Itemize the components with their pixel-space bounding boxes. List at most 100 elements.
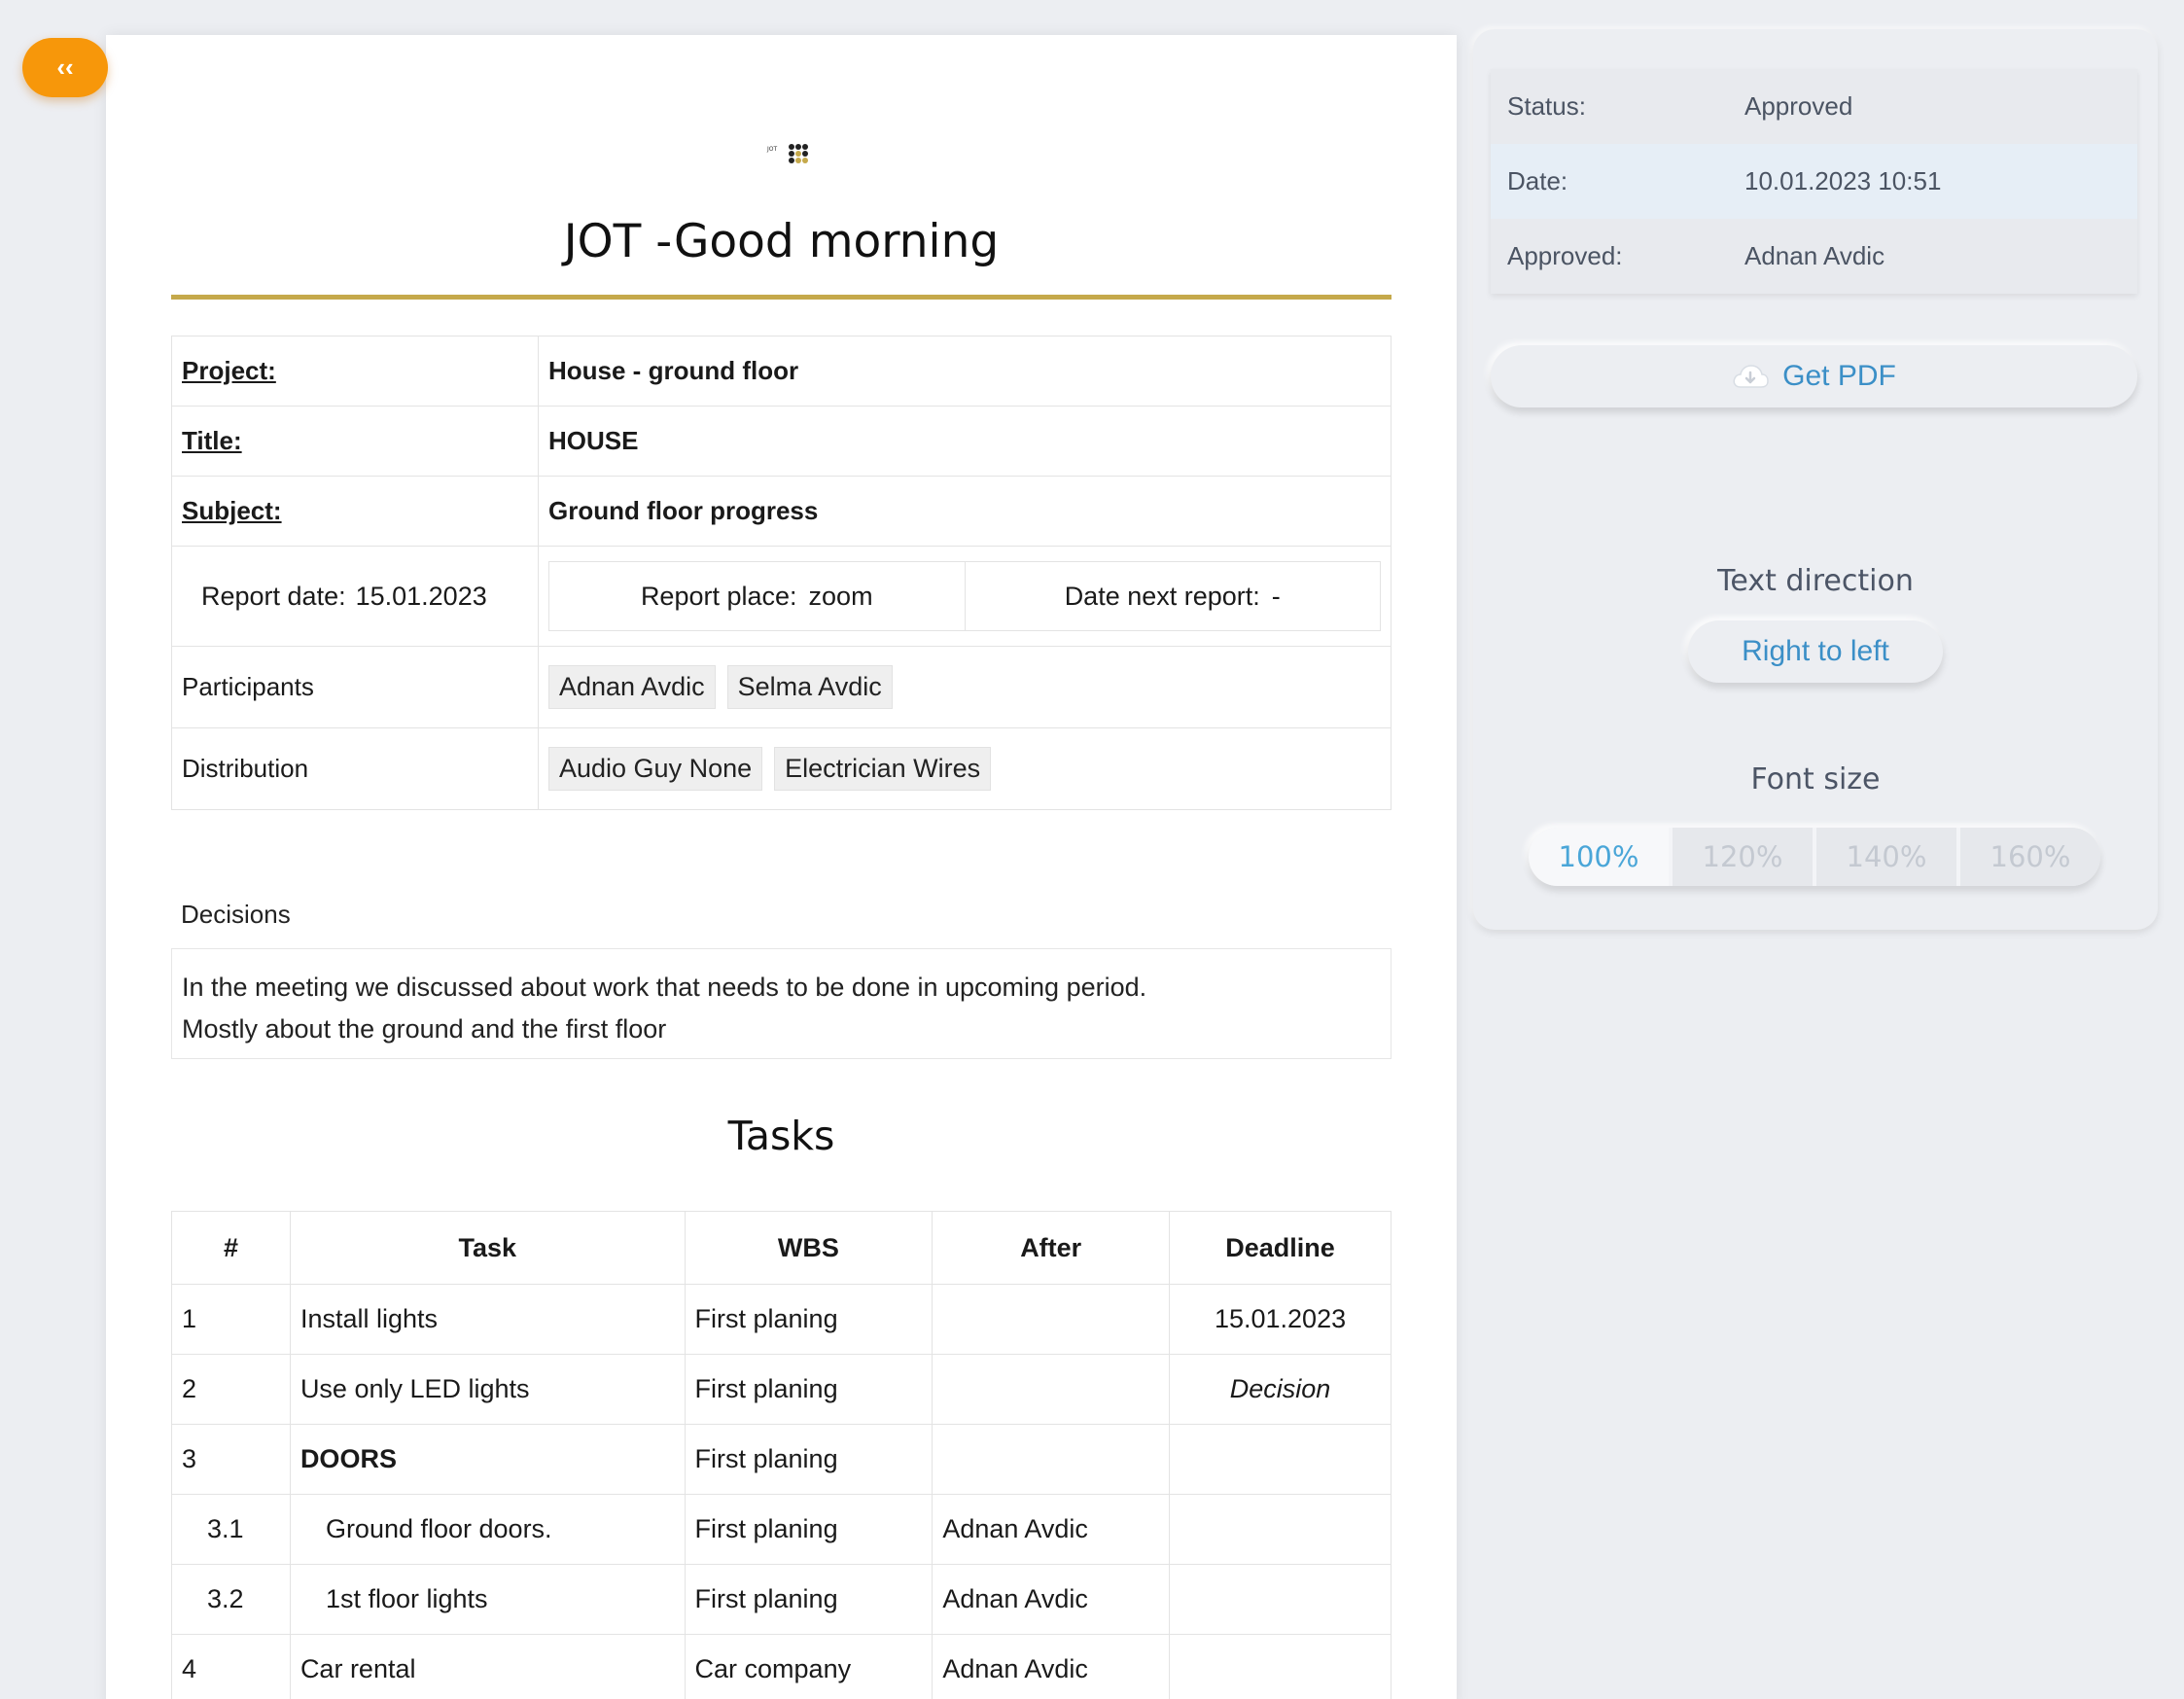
task-number: 1 [171, 1284, 291, 1355]
task-number: 3 [171, 1424, 291, 1495]
subject-value: Ground floor progress [538, 476, 1391, 547]
column-header: Deadline [1169, 1211, 1391, 1285]
approved-row: Approved: Adnan Avdic [1491, 219, 2137, 294]
task-deadline [1169, 1634, 1391, 1699]
task-name: DOORS [289, 1424, 686, 1495]
task-deadline: Decision [1169, 1354, 1391, 1425]
next-report-label: Date next report: [1064, 581, 1260, 611]
title-label: Title: [171, 406, 539, 477]
project-value: House - ground floor [538, 336, 1391, 407]
task-name: Install lights [289, 1284, 686, 1355]
column-header: After [932, 1211, 1171, 1285]
report-date: Report date: 15.01.2023 [171, 546, 539, 647]
get-pdf-label: Get PDF [1782, 360, 1896, 392]
task-wbs: First planing [684, 1494, 933, 1565]
participant-chip: Selma Avdic [726, 665, 893, 709]
table-row: 2 Use only LED lights First planing Deci… [171, 1354, 1391, 1425]
distribution-list: Audio Guy None Electrician Wires [538, 727, 1391, 810]
decisions-text: In the meeting we discussed about work t… [171, 948, 1391, 1059]
right-to-left-button[interactable]: Right to left [1688, 620, 1943, 683]
decisions-line: Mostly about the ground and the first fl… [182, 1014, 667, 1044]
decisions-line: In the meeting we discussed about work t… [182, 973, 1147, 1002]
task-name: Car rental [289, 1634, 686, 1699]
task-wbs: Car company [684, 1634, 933, 1699]
task-number: 4 [171, 1634, 291, 1699]
tasks-heading: Tasks [727, 1113, 835, 1159]
project-label: Project: [171, 336, 539, 407]
side-panel: Status: Approved Date: 10.01.2023 10:51 … [1473, 29, 2158, 930]
font-size-160-button[interactable]: 160% [1956, 828, 2100, 886]
font-size-100-button[interactable]: 100% [1529, 828, 1669, 886]
jot-logo: JOT [766, 144, 808, 163]
title-value: HOUSE [538, 406, 1391, 477]
report-place-cell: Report place: zoom Date next report: - [538, 546, 1391, 647]
table-row: 3 DOORS First planing [171, 1424, 1391, 1495]
approved-label: Approved: [1507, 241, 1623, 270]
task-deadline [1169, 1424, 1391, 1495]
distribution-label: Distribution [171, 727, 539, 810]
svg-text:JOT: JOT [766, 146, 777, 153]
report-place: Report place: zoom [549, 562, 965, 630]
report-date-label: Report date: [201, 581, 346, 611]
date-label: Date: [1507, 166, 1568, 195]
title-divider [171, 295, 1391, 300]
participants-list: Adnan Avdic Selma Avdic [538, 646, 1391, 728]
report-place-label: Report place: [640, 581, 797, 611]
approved-value: Adnan Avdic [1744, 241, 1885, 270]
column-header: WBS [684, 1211, 933, 1285]
report-title: JOT -Good morning [563, 215, 1000, 268]
distribution-chip: Electrician Wires [774, 747, 992, 791]
font-size-selector: 100% 120% 140% 160% [1529, 828, 2100, 886]
task-after: Adnan Avdic [932, 1494, 1171, 1565]
cloud-download-icon [1733, 365, 1769, 388]
task-after [932, 1284, 1171, 1355]
table-row: 4 Car rental Car company Adnan Avdic [171, 1634, 1391, 1699]
task-after: Adnan Avdic [932, 1634, 1171, 1699]
status-row: Status: Approved [1491, 69, 2137, 144]
task-number: 3.2 [171, 1564, 291, 1635]
participant-chip: Adnan Avdic [548, 665, 716, 709]
font-size-140-button[interactable]: 140% [1813, 828, 1956, 886]
next-report-date: Date next report: - [964, 562, 1381, 630]
column-header: Task [289, 1211, 686, 1285]
font-size-title: Font size [1750, 762, 1881, 796]
table-row: 3.2 1st floor lights First planing Adnan… [171, 1564, 1391, 1635]
table-row: 3.1 Ground floor doors. First planing Ad… [171, 1494, 1391, 1565]
task-deadline [1169, 1494, 1391, 1565]
next-report-value: - [1271, 581, 1281, 611]
status-value: Approved [1744, 91, 1853, 121]
column-header: # [171, 1211, 291, 1285]
task-deadline: 15.01.2023 [1169, 1284, 1391, 1355]
report-info-table: Project: House - ground floor Title: HOU… [171, 336, 1391, 810]
task-wbs: First planing [684, 1564, 933, 1635]
report-date-value: 15.01.2023 [355, 581, 487, 611]
task-wbs: First planing [684, 1354, 933, 1425]
task-after [932, 1424, 1171, 1495]
tasks-table: # Task WBS After Deadline 1 Install ligh… [171, 1211, 1391, 1699]
distribution-chip: Audio Guy None [548, 747, 763, 791]
task-number: 2 [171, 1354, 291, 1425]
status-label: Status: [1507, 91, 1586, 121]
report-document: JOT JOT -Good morning Project: House - g… [106, 35, 1457, 1699]
decisions-label: Decisions [181, 900, 291, 929]
task-wbs: First planing [684, 1284, 933, 1355]
task-name: 1st floor lights [289, 1564, 686, 1635]
task-name: Use only LED lights [289, 1354, 686, 1425]
font-size-120-button[interactable]: 120% [1669, 828, 1813, 886]
task-wbs: First planing [684, 1424, 933, 1495]
date-row: Date: 10.01.2023 10:51 [1491, 144, 2137, 219]
get-pdf-button[interactable]: Get PDF [1491, 345, 2137, 407]
task-after: Adnan Avdic [932, 1564, 1171, 1635]
back-button[interactable]: ‹‹ [22, 38, 108, 97]
report-meta: Status: Approved Date: 10.01.2023 10:51 … [1491, 69, 2137, 294]
report-place-value: zoom [808, 581, 873, 611]
table-row: 1 Install lights First planing 15.01.202… [171, 1284, 1391, 1355]
participants-label: Participants [171, 646, 539, 728]
task-deadline [1169, 1564, 1391, 1635]
tasks-header-row: # Task WBS After Deadline [171, 1211, 1391, 1285]
task-name: Ground floor doors. [289, 1494, 686, 1565]
task-number: 3.1 [171, 1494, 291, 1565]
task-after [932, 1354, 1171, 1425]
subject-label: Subject: [171, 476, 539, 547]
date-value: 10.01.2023 10:51 [1744, 166, 1942, 195]
